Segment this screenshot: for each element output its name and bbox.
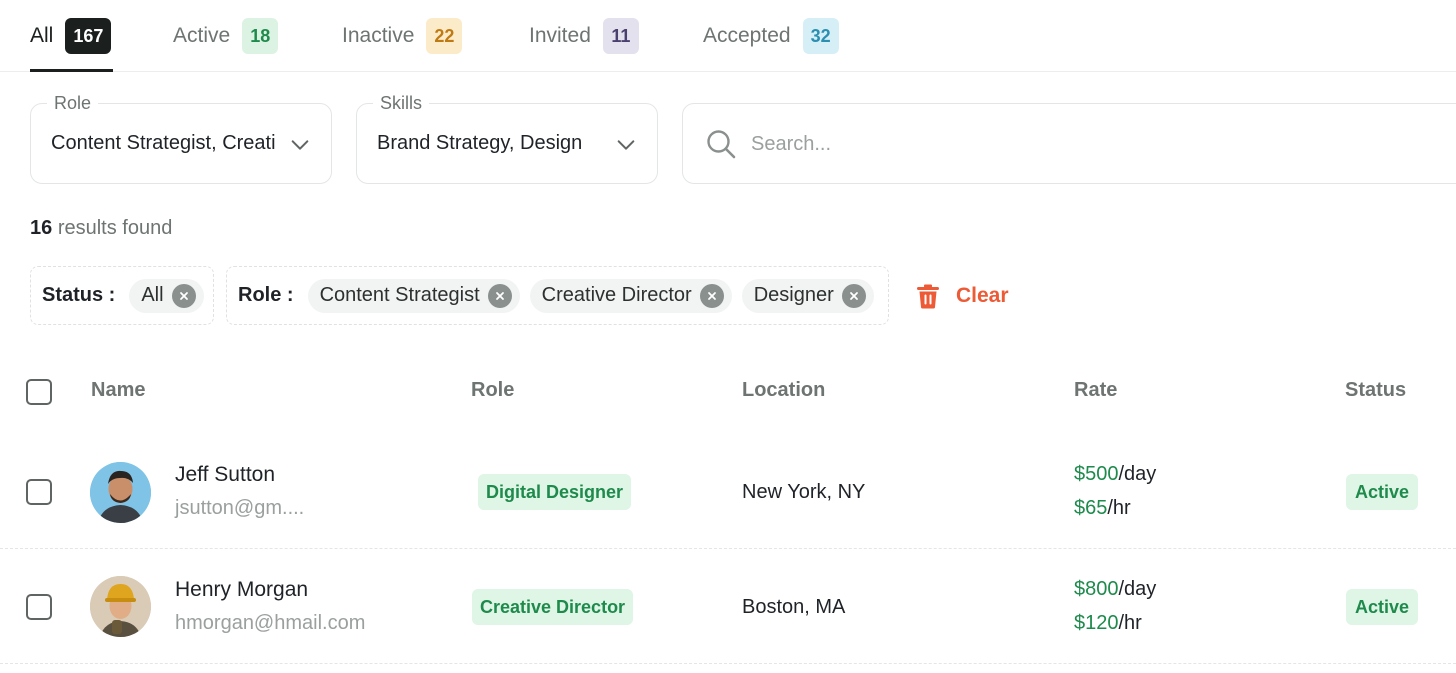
remove-chip-icon[interactable]	[487, 283, 512, 308]
location: New York, NY	[742, 481, 866, 503]
rate-day-unit: /day	[1118, 578, 1157, 600]
tab-label: Accepted	[703, 24, 791, 47]
clear-filters-button[interactable]: Clear	[914, 280, 1009, 312]
status-tabs: All 167 Active 18 Inactive 22 Invited 11…	[0, 0, 1456, 72]
person-name[interactable]: Henry Morgan	[175, 578, 308, 602]
remove-chip-icon[interactable]	[841, 283, 866, 308]
trash-icon	[917, 284, 939, 309]
rate-day-amount: $500	[1074, 463, 1119, 485]
row-divider	[0, 663, 1456, 664]
rate-day-unit: /day	[1118, 463, 1157, 485]
rate-hour: $120/hr	[1074, 612, 1142, 635]
location: Boston, MA	[742, 596, 846, 618]
tab-label: Invited	[529, 24, 591, 47]
status-badge: Active	[1346, 589, 1419, 625]
rate-hour-unit: /hr	[1118, 612, 1142, 634]
tab-accepted[interactable]: Accepted 32	[703, 18, 839, 72]
rate-day: $800/day	[1074, 578, 1156, 601]
person-name[interactable]: Jeff Sutton	[175, 463, 275, 487]
role-select[interactable]: Role Content Strategist, Creati	[30, 91, 332, 184]
tab-invited[interactable]: Invited 11	[529, 18, 639, 72]
role-select-value: Content Strategist, Creati	[51, 132, 276, 154]
filter-chip: Content Strategist	[307, 278, 520, 313]
remove-chip-icon[interactable]	[699, 283, 724, 308]
role-filter-group: Role : Content Strategist Creative Direc…	[226, 266, 889, 325]
chevron-down-icon	[617, 140, 635, 150]
column-header-status[interactable]: Status	[1345, 379, 1406, 402]
filter-chip-label: Content Strategist	[319, 284, 480, 306]
skills-select-label: Skills	[373, 91, 430, 115]
avatar	[90, 576, 151, 637]
tab-count-badge: 22	[426, 18, 463, 54]
status-badge: Active	[1346, 474, 1419, 510]
tab-count-badge: 11	[602, 18, 639, 54]
filter-chip: All	[129, 278, 204, 313]
role-filter-label: Role :	[238, 284, 294, 306]
results-count: 16 results found	[30, 217, 172, 240]
status-filter-group: Status : All	[30, 266, 214, 325]
select-all-checkbox[interactable]	[26, 379, 52, 405]
filter-chip: Creative Director	[529, 278, 732, 313]
role-badge: Digital Designer	[478, 474, 632, 510]
search-box	[682, 103, 1456, 184]
rate-hour: $65/hr	[1074, 497, 1131, 520]
avatar	[90, 462, 151, 523]
column-header-rate[interactable]: Rate	[1074, 379, 1117, 402]
search-input[interactable]	[751, 126, 1351, 162]
tab-active[interactable]: Active 18	[173, 18, 279, 72]
rate-day-amount: $800	[1074, 578, 1119, 600]
column-header-location[interactable]: Location	[742, 379, 825, 402]
role-select-label: Role	[47, 91, 99, 115]
rate-day: $500/day	[1074, 463, 1156, 486]
row-checkbox[interactable]	[26, 479, 52, 505]
filter-chip: Designer	[741, 278, 874, 313]
results-number: 16	[30, 217, 53, 239]
rate-hour-unit: /hr	[1107, 497, 1131, 519]
tab-label: Inactive	[342, 24, 415, 47]
status-filter-label: Status :	[42, 284, 116, 306]
role-badge: Creative Director	[472, 589, 634, 625]
filter-chip-label: Creative Director	[541, 284, 692, 306]
column-header-role[interactable]: Role	[471, 379, 514, 402]
tab-label: Active	[173, 24, 231, 47]
tab-count-badge: 167	[65, 18, 112, 54]
skills-select-value: Brand Strategy, Design	[377, 132, 583, 154]
rate-hour-amount: $65	[1074, 497, 1108, 519]
tab-label: All	[30, 24, 54, 47]
chevron-down-icon	[291, 140, 309, 150]
rate-hour-amount: $120	[1074, 612, 1119, 634]
tab-count-badge: 18	[242, 18, 279, 54]
row-checkbox[interactable]	[26, 594, 52, 620]
row-divider	[0, 548, 1456, 549]
filter-chip-label: Designer	[753, 284, 834, 306]
results-text: results found	[57, 217, 173, 239]
filter-chip-label: All	[141, 284, 164, 306]
tab-all[interactable]: All 167	[30, 18, 113, 72]
person-email: hmorgan@hmail.com	[175, 612, 366, 634]
remove-chip-icon[interactable]	[171, 283, 196, 308]
tab-count-badge: 32	[802, 18, 839, 54]
tab-inactive[interactable]: Inactive 22	[342, 18, 463, 72]
person-email: jsutton@gm....	[175, 497, 305, 519]
clear-label: Clear	[956, 284, 1009, 307]
search-icon	[707, 130, 736, 159]
skills-select[interactable]: Skills Brand Strategy, Design	[356, 91, 658, 184]
column-header-name[interactable]: Name	[91, 379, 145, 402]
